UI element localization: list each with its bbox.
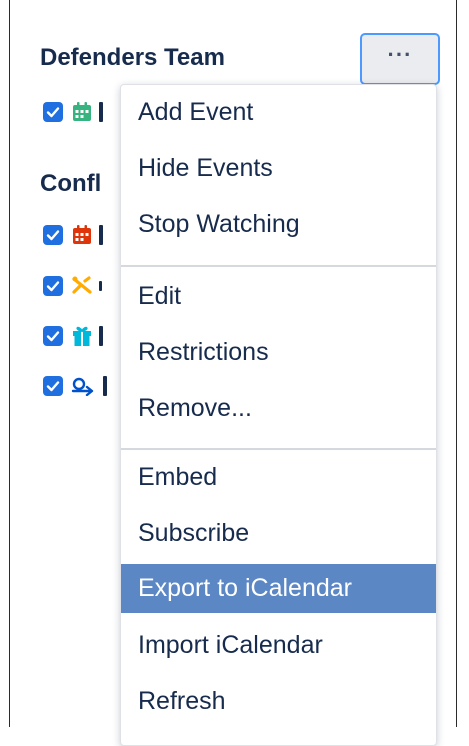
calendar-checkbox[interactable] bbox=[43, 102, 63, 122]
space-title-confluence: Confl bbox=[40, 170, 102, 197]
menu-item-refresh[interactable]: Refresh bbox=[121, 674, 436, 728]
menu-item-add-event[interactable]: Add Event bbox=[121, 85, 436, 139]
more-actions-button[interactable]: ··· bbox=[360, 33, 440, 85]
calendar-name-truncated bbox=[99, 102, 103, 122]
menu-item-export-icalendar[interactable]: Export to iCalendar bbox=[121, 564, 436, 613]
menu-item-remove[interactable]: Remove... bbox=[121, 381, 436, 435]
menu-item-embed[interactable]: Embed bbox=[121, 450, 436, 504]
calendar-name-truncated bbox=[99, 326, 103, 346]
plane-orange-icon bbox=[71, 275, 93, 297]
menu-item-import-icalendar[interactable]: Import iCalendar bbox=[121, 618, 436, 672]
calendar-checkbox[interactable] bbox=[43, 225, 63, 245]
calendar-checkbox[interactable] bbox=[43, 276, 63, 296]
calendar-green-icon bbox=[71, 101, 93, 123]
travel-blue-icon bbox=[71, 375, 97, 397]
calendar-name-truncated bbox=[99, 225, 103, 245]
calendar-row[interactable] bbox=[43, 321, 103, 351]
more-icon: ··· bbox=[387, 42, 413, 67]
menu-item-restrictions[interactable]: Restrictions bbox=[121, 325, 436, 379]
calendar-checkbox[interactable] bbox=[43, 376, 63, 396]
calendar-row[interactable] bbox=[43, 371, 107, 401]
calendar-name-truncated bbox=[99, 281, 102, 291]
calendar-checkbox[interactable] bbox=[43, 326, 63, 346]
menu-item-stop-watching[interactable]: Stop Watching bbox=[121, 197, 436, 251]
menu-divider bbox=[121, 265, 436, 267]
menu-item-subscribe[interactable]: Subscribe bbox=[121, 506, 436, 560]
calendar-row[interactable] bbox=[43, 97, 103, 127]
calendar-red-icon bbox=[71, 224, 93, 246]
gift-teal-icon bbox=[71, 325, 93, 347]
calendar-row[interactable] bbox=[43, 220, 103, 250]
menu-item-edit[interactable]: Edit bbox=[121, 269, 436, 323]
calendar-row[interactable] bbox=[43, 271, 102, 301]
calendar-name-truncated bbox=[103, 376, 107, 396]
space-title-defenders-team: Defenders Team bbox=[40, 44, 225, 71]
calendar-actions-menu: Add Event Hide Events Stop Watching Edit… bbox=[120, 84, 437, 746]
menu-item-hide-events[interactable]: Hide Events bbox=[121, 141, 436, 195]
